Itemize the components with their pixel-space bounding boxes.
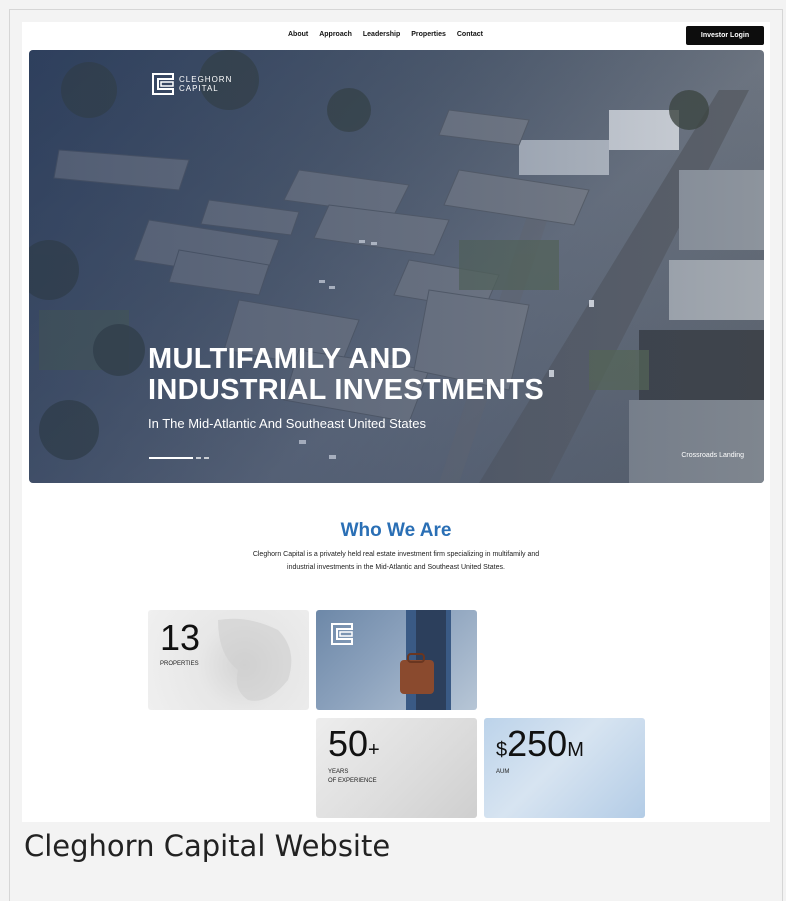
- slide-indicator-active[interactable]: [149, 457, 193, 459]
- nav-contact[interactable]: Contact: [457, 31, 483, 38]
- page-caption: Cleghorn Capital Website: [24, 829, 391, 863]
- stat-card-photo: [316, 610, 477, 710]
- nav-approach[interactable]: Approach: [319, 31, 352, 38]
- stat-card-properties: 13 PROPERTIES: [148, 610, 309, 710]
- nav-about[interactable]: About: [288, 31, 308, 38]
- logo-line-2: CAPITAL: [179, 84, 219, 93]
- years-count: 50+: [328, 723, 380, 764]
- nav-properties[interactable]: Properties: [411, 31, 446, 38]
- top-nav: About Approach Leadership Properties Con…: [22, 22, 770, 50]
- website-preview: About Approach Leadership Properties Con…: [22, 22, 770, 822]
- stat-card-years: 50+ YEARS OF EXPERIENCE: [316, 718, 477, 818]
- investor-login-button[interactable]: Investor Login: [686, 26, 764, 45]
- who-we-are-text: Cleghorn Capital is a privately held rea…: [252, 551, 540, 571]
- properties-label: PROPERTIES: [160, 661, 199, 667]
- years-label: YEARS OF EXPERIENCE: [328, 769, 377, 784]
- hero-title: MULTIFAMILY AND INDUSTRIAL INVESTMENTS: [148, 343, 544, 406]
- slide-indicator[interactable]: [196, 457, 201, 459]
- nav-links: About Approach Leadership Properties Con…: [288, 31, 483, 38]
- stat-card-aum: $250M AUM: [484, 718, 645, 818]
- aum-label: AUM: [496, 769, 510, 775]
- aum-value: $250M: [496, 723, 584, 764]
- hero-banner: CLEGHORN CAPITAL MULTIFAMILY AND INDUSTR…: [29, 50, 764, 483]
- properties-count: 13: [160, 617, 201, 658]
- hero-slider-indicator: [149, 457, 209, 459]
- image-caption: Crossroads Landing: [681, 452, 744, 459]
- who-we-are-heading: Who We Are: [340, 520, 452, 541]
- hero-subtitle: In The Mid-Atlantic And Southeast United…: [148, 416, 426, 431]
- logo-icon: [331, 623, 353, 645]
- logo-icon: [152, 73, 174, 95]
- logo-line-1: CLEGHORN: [179, 75, 233, 84]
- cleghorn-logo[interactable]: CLEGHORN CAPITAL: [151, 72, 232, 96]
- slide-indicator[interactable]: [204, 457, 209, 459]
- nav-leadership[interactable]: Leadership: [363, 31, 400, 38]
